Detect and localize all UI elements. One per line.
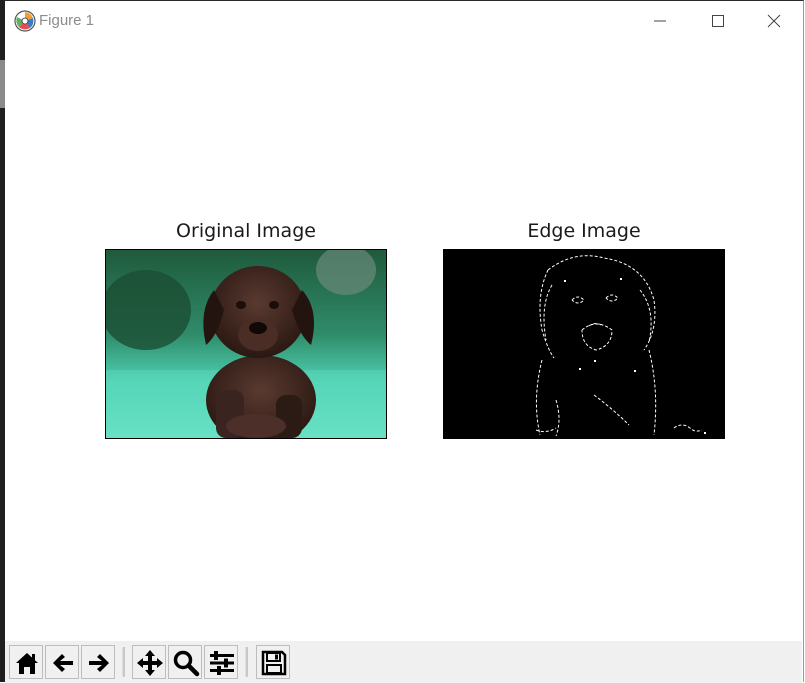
original-image: [105, 249, 387, 439]
save-icon: [261, 650, 287, 676]
zoom-icon: [173, 650, 200, 677]
move-icon: [137, 650, 163, 676]
navigation-toolbar: [5, 641, 802, 683]
maximize-icon: [712, 15, 724, 27]
toolbar-separator: [122, 647, 125, 677]
minimize-button[interactable]: [637, 1, 683, 41]
maximize-button[interactable]: [695, 1, 741, 41]
edge-image: [443, 249, 725, 439]
save-button[interactable]: [256, 645, 290, 679]
forward-button[interactable]: [81, 645, 115, 679]
arrow-right-icon: [89, 654, 109, 672]
matplotlib-app-icon: [14, 10, 36, 32]
subplot-title-original: Original Image: [176, 220, 316, 242]
home-button[interactable]: [9, 645, 43, 679]
title-bar[interactable]: Figure 1: [5, 1, 803, 41]
subplot-title-edge: Edge Image: [527, 220, 641, 242]
pan-button[interactable]: [132, 645, 166, 679]
close-icon: [767, 14, 781, 28]
zoom-button[interactable]: [168, 645, 202, 679]
sliders-icon: [210, 651, 234, 675]
minimize-icon: [654, 20, 666, 22]
back-button[interactable]: [45, 645, 79, 679]
configure-subplots-button[interactable]: [204, 645, 238, 679]
home-icon: [16, 653, 38, 674]
close-button[interactable]: [751, 1, 797, 41]
arrow-left-icon: [53, 654, 73, 672]
figure-canvas[interactable]: Original Image Edge Image: [5, 41, 802, 641]
toolbar-separator: [245, 647, 248, 677]
figure-window: Figure 1 Original Image Edge Image: [5, 0, 804, 683]
window-title: Figure 1: [39, 12, 95, 29]
